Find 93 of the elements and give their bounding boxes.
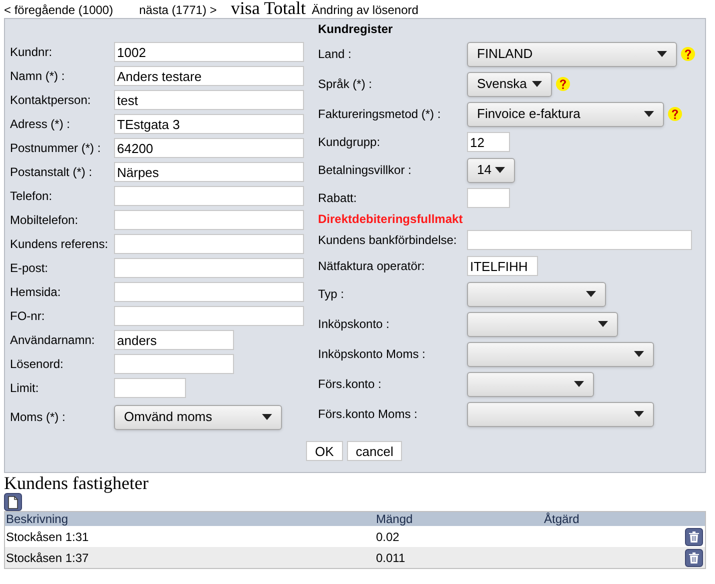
input-field[interactable]: Närpes [114, 162, 304, 182]
input-field[interactable] [114, 234, 304, 254]
caret-icon [634, 411, 644, 417]
input-field[interactable] [114, 354, 234, 374]
field-label: Kontaktperson: [10, 92, 92, 109]
field-label: Kundens referens: [10, 236, 110, 253]
delete-button[interactable] [685, 528, 703, 546]
caret-icon [262, 414, 272, 420]
input-field[interactable]: anders [114, 330, 234, 350]
input-field[interactable]: TEstgata 3 [114, 114, 304, 134]
field-label: Förs.konto : [318, 376, 382, 393]
input-field[interactable] [114, 186, 304, 206]
help-icon[interactable] [681, 47, 695, 61]
caret-icon [644, 111, 654, 117]
table-cell-text: Stockåsen 1:31 [5, 528, 90, 546]
dropdown[interactable]: Omvänd moms [114, 404, 282, 430]
field-label: Moms (*) : [10, 409, 66, 426]
new-document-button[interactable] [4, 493, 22, 511]
field-label: Hemsida: [10, 284, 62, 301]
field-label: Förs.konto Moms : [318, 406, 418, 423]
column-header: Åtgärd [543, 512, 580, 526]
help-icon[interactable] [668, 107, 682, 121]
caret-icon [574, 381, 584, 387]
table-cell-text: Stockåsen 1:37 [5, 550, 90, 566]
field-label: Användarnamn: [10, 332, 96, 349]
delete-button[interactable] [685, 548, 703, 566]
column-header: Beskrivning [5, 512, 70, 526]
field-label: Kundnr: [10, 44, 54, 61]
field-label: Språk (*) : [318, 76, 374, 93]
link[interactable]: visa Totalt [230, 0, 306, 18]
caret-icon [634, 351, 644, 357]
trash-icon [689, 530, 699, 542]
input-field[interactable] [114, 210, 304, 230]
dropdown[interactable] [467, 372, 594, 396]
field-label: Nätfaktura operatör: [318, 258, 426, 275]
field-label: Betalningsvillkor : [318, 162, 412, 179]
dropdown[interactable]: Svenska [467, 72, 552, 96]
field-label: Postnummer (*) : [10, 140, 102, 157]
field-label: Faktureringsmetod (*) : [318, 106, 442, 123]
field-label: Adress (*) : [10, 116, 72, 133]
dropdown[interactable] [467, 402, 654, 426]
dropdown[interactable] [467, 312, 618, 336]
field-label: E-post: [10, 260, 50, 277]
input-field[interactable] [467, 230, 692, 250]
trash-icon [689, 552, 699, 564]
field-label: Rabatt: [318, 190, 358, 207]
input-field[interactable]: ITELFIHH [467, 256, 538, 276]
field-label: Limit: [10, 380, 40, 397]
caret-icon [657, 51, 667, 57]
field-label: Postanstalt (*) : [10, 164, 94, 181]
input-field[interactable]: 64200 [114, 138, 304, 158]
form-title: Kundregister [318, 21, 394, 37]
nav-link[interactable]: < föregående (1000) [4, 2, 114, 18]
document-icon [8, 496, 18, 508]
input-field[interactable]: Anders testare [114, 66, 304, 86]
dropdown[interactable] [467, 342, 654, 366]
input-field[interactable]: 1002 [114, 42, 304, 62]
dropdown[interactable]: 14 [467, 158, 515, 182]
dropdown[interactable]: FINLAND [467, 42, 677, 66]
input-field[interactable] [114, 258, 304, 278]
table-cell-text: 0.02 [375, 528, 400, 546]
dropdown[interactable] [467, 282, 606, 306]
nav-link[interactable]: Ändring av lösenord [312, 2, 418, 18]
field-label: Inköpskonto Moms : [318, 346, 426, 363]
field-label: Telefon: [10, 188, 54, 205]
caret-icon [598, 321, 608, 327]
input-field[interactable]: test [114, 90, 304, 110]
field-label: Land : [318, 46, 352, 63]
caret-icon [586, 291, 596, 297]
input-field[interactable] [114, 378, 186, 398]
field-label: Kundgrupp: [318, 134, 382, 151]
form-button[interactable]: OK [306, 441, 343, 461]
field-label: Lösenord: [10, 356, 64, 373]
field-label: Inköpskonto : [318, 316, 390, 333]
column-header: Mängd [375, 512, 414, 526]
nav-link[interactable]: nästa (1771) > [139, 2, 217, 18]
input-field[interactable] [114, 306, 304, 326]
input-field[interactable]: 12 [467, 132, 510, 152]
form-button[interactable]: cancel [346, 441, 402, 461]
section-heading: Direktdebiteringsfullmakt [318, 211, 464, 227]
field-label: FO-nr: [10, 308, 46, 325]
caret-icon [532, 81, 542, 87]
dropdown[interactable]: Finvoice e-faktura [467, 102, 664, 126]
field-label: Typ : [318, 286, 346, 303]
input-field[interactable] [467, 188, 510, 208]
field-label: Mobiltelefon: [10, 212, 80, 229]
field-label: Kundens bankförbindelse: [318, 232, 458, 249]
caret-icon [495, 167, 505, 173]
section-title: Kundens fastigheter [3, 473, 150, 493]
field-label: Namn (*) : [10, 68, 66, 85]
help-icon[interactable] [556, 77, 570, 91]
table-cell-text: 0.011 [375, 550, 406, 566]
input-field[interactable] [114, 282, 304, 302]
